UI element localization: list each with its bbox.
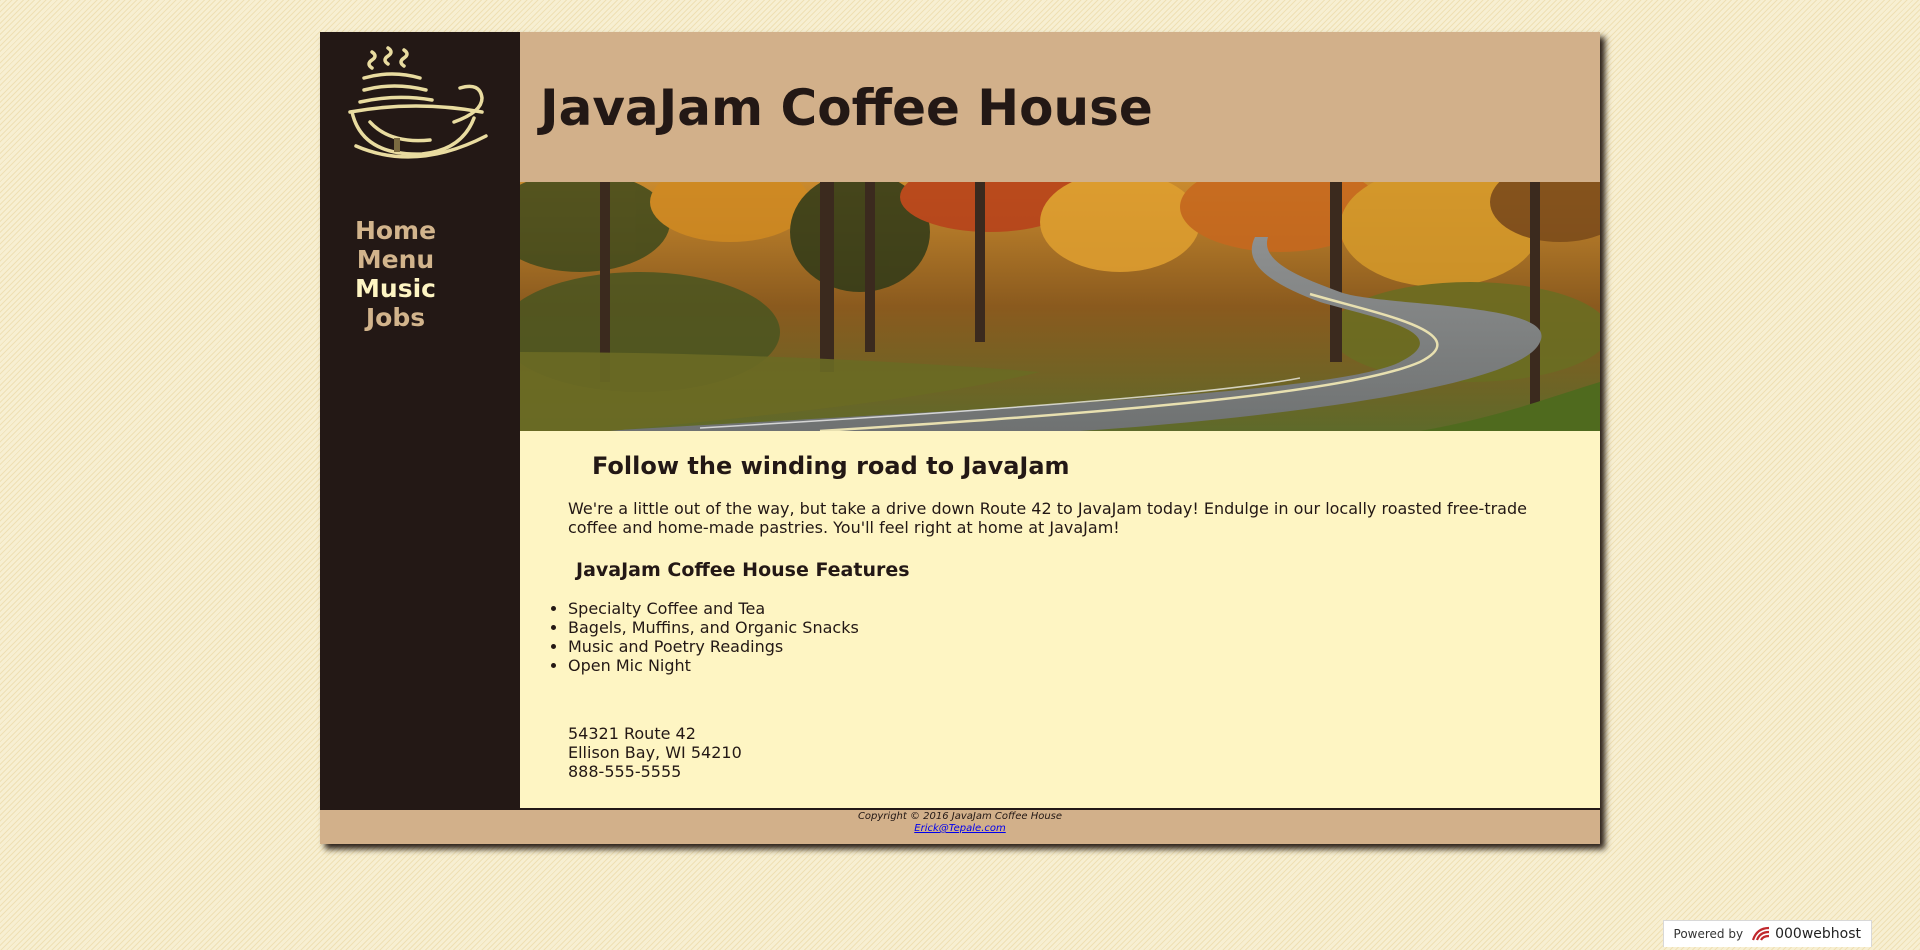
site-header: JavaJam Coffee House <box>520 32 1600 182</box>
winding-road-hero-image <box>520 182 1600 431</box>
powered-by-label: Powered by <box>1673 927 1744 941</box>
feature-item: Bagels, Muffins, and Organic Snacks <box>568 618 859 637</box>
feature-item: Specialty Coffee and Tea <box>568 599 859 618</box>
features-heading: JavaJam Coffee House Features <box>576 559 910 581</box>
content-heading: Follow the winding road to JavaJam <box>592 452 1070 480</box>
feature-item: Music and Poetry Readings <box>568 637 859 656</box>
address-phone: 888-555-5555 <box>568 762 682 781</box>
nav-music-link[interactable]: Music <box>320 274 471 303</box>
coffee-cup-logo-icon <box>348 46 488 159</box>
main-nav: Home Menu Music Jobs <box>320 216 471 332</box>
footer-email-link[interactable]: Erick@Tepale.com <box>914 823 1005 834</box>
intro-paragraph: We're a little out of the way, but take … <box>568 499 1527 537</box>
site-footer: Copyright © 2016 JavaJam Coffee House Er… <box>320 808 1600 844</box>
webhost-logo-icon <box>1752 926 1770 941</box>
page-wrapper: Home Menu Music Jobs JavaJam Coffee Hous… <box>320 32 1600 844</box>
feature-item: Open Mic Night <box>568 656 859 675</box>
address-block: 54321 Route 42 Ellison Bay, WI 54210 888… <box>568 724 742 781</box>
sidebar: Home Menu Music Jobs <box>320 32 520 808</box>
address-city: Ellison Bay, WI 54210 <box>568 743 742 762</box>
nav-home-link[interactable]: Home <box>320 216 471 245</box>
address-street: 54321 Route 42 <box>568 724 696 743</box>
nav-menu-link[interactable]: Menu <box>320 245 471 274</box>
nav-jobs-link[interactable]: Jobs <box>320 303 471 332</box>
powered-by-brand: 000webhost <box>1775 926 1861 942</box>
site-title: JavaJam Coffee House <box>540 79 1153 137</box>
copyright-text: Copyright © 2016 JavaJam Coffee House <box>857 811 1063 822</box>
main-content: Follow the winding road to JavaJam We're… <box>520 431 1600 808</box>
powered-by-badge[interactable]: Powered by 000webhost <box>1662 920 1872 947</box>
features-list: Specialty Coffee and Tea Bagels, Muffins… <box>568 599 859 675</box>
